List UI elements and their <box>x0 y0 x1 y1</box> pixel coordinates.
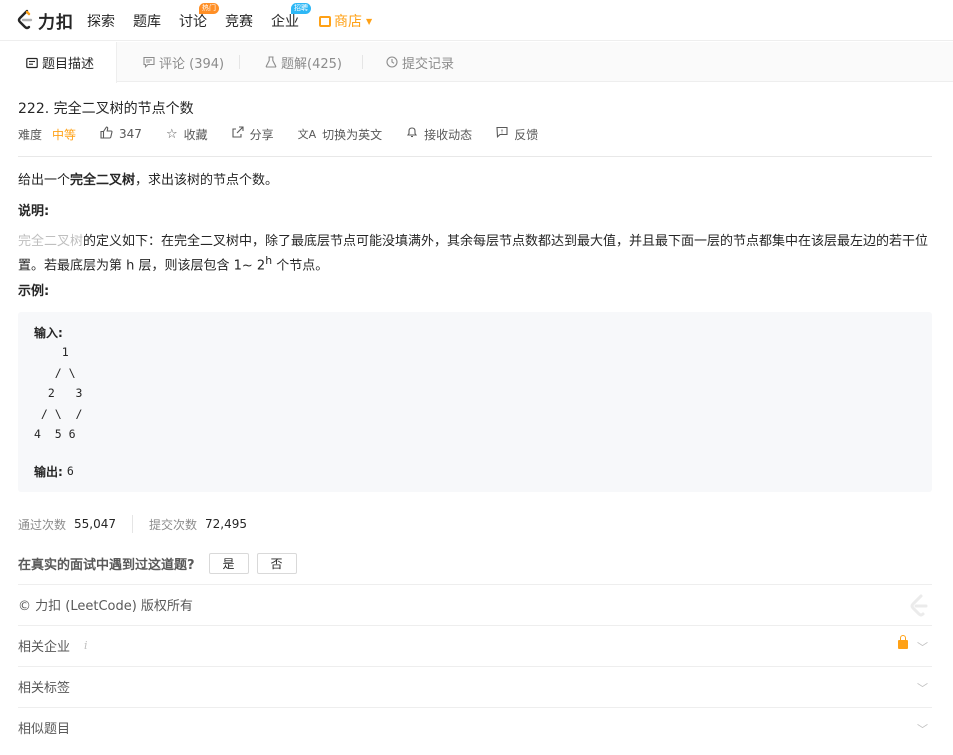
related-companies-label: 相关企业 <box>18 640 71 655</box>
submission-stats: 通过次数 55,047 提交次数 72,495 <box>18 515 247 533</box>
feedback-button[interactable]: 反馈 <box>496 126 538 143</box>
output-row: 输出: 6 <box>34 463 916 480</box>
store-icon <box>319 15 331 27</box>
tab-divider <box>239 55 240 69</box>
output-value: 6 <box>66 464 74 478</box>
note-paragraph: 完全二叉树的定义如下：在完全二叉树中，除了最底层节点可能没填满外，其余每层节点数… <box>18 232 932 275</box>
chevron-down-icon: ﹀ <box>917 682 928 695</box>
description-text: 给出一个 <box>18 173 71 188</box>
switch-language-label: 切换为英文 <box>322 127 383 142</box>
leetcode-logo-icon <box>17 9 33 30</box>
caret-down-icon: ▼ <box>366 16 373 26</box>
tab-description[interactable]: 题目描述 <box>0 42 117 83</box>
nav-company-label: 企业 <box>271 14 299 30</box>
accepted-label: 通过次数 <box>18 517 67 532</box>
tab-submissions-label: 提交记录 <box>402 56 455 72</box>
logo[interactable]: 力扣 <box>16 8 74 33</box>
tab-submissions[interactable]: 提交记录 <box>386 42 454 82</box>
note-text: 置。若最底层为第 h 层，则该层包含 1~ 2 <box>18 258 266 274</box>
note-text: 个节点。 <box>272 258 329 274</box>
thumbs-up-icon <box>100 125 113 143</box>
collect-button[interactable]: ☆ 收藏 <box>166 126 208 143</box>
feedback-label: 反馈 <box>514 127 539 142</box>
submitted-value: 72,495 <box>205 517 248 531</box>
chevron-down-icon: ﹀ <box>917 723 928 736</box>
similar-problems-row[interactable]: 相似题目 ﹀ <box>18 707 932 747</box>
copyright-row: © 力扣 (LeetCode) 版权所有 <box>18 584 932 624</box>
copyright-text: © 力扣 (LeetCode) 版权所有 <box>18 599 193 614</box>
no-button[interactable]: 否 <box>256 552 297 574</box>
nav-problems[interactable]: 题库 <box>133 11 161 31</box>
tab-solutions-label: 题解(425) <box>281 56 342 72</box>
difficulty-value: 中等 <box>52 127 77 142</box>
like-button[interactable]: 347 <box>100 125 142 143</box>
leetcode-watermark-icon <box>910 594 928 617</box>
example-block: 输入: 1 / \ 2 3 / \ / 4 5 6 输出: 6 <box>18 312 932 492</box>
tab-solutions[interactable]: 题解(425) <box>265 42 342 82</box>
tab-comments[interactable]: 评论 (394) <box>143 42 224 82</box>
hot-badge: 热门 <box>199 3 219 14</box>
chevron-down-icon: ﹀ <box>917 641 928 654</box>
nav-explore[interactable]: 探索 <box>87 11 115 31</box>
output-label: 输出: <box>34 464 63 479</box>
divider <box>18 156 932 157</box>
submitted-label: 提交次数 <box>149 517 198 532</box>
share-button[interactable]: 分享 <box>232 126 274 143</box>
note-heading-text: 说明: <box>18 204 50 219</box>
interview-question: 在真实的面试中遇到过这道题? 是 否 <box>18 552 297 574</box>
bell-icon <box>406 126 418 142</box>
related-tags-label: 相关标签 <box>18 681 71 696</box>
difficulty: 难度 中等 <box>18 126 76 143</box>
switch-language-button[interactable]: 文A 切换为英文 <box>298 126 383 143</box>
top-nav: 力扣 探索 题库 讨论 热门 竞赛 企业 招聘 商店 ▼ <box>0 0 953 41</box>
nav-discuss[interactable]: 讨论 热门 <box>179 3 219 31</box>
nav-store-label: 商店 <box>334 14 362 30</box>
note-heading: 说明: <box>18 202 49 221</box>
collect-label: 收藏 <box>183 127 208 142</box>
problem-meta: 难度 中等 347 ☆ 收藏 分享 文A 切换为英文 接收动态 反馈 <box>18 125 562 143</box>
share-label: 分享 <box>249 127 274 142</box>
example-heading-text: 示例: <box>18 284 50 299</box>
logo-text: 力扣 <box>38 12 74 33</box>
comment-icon <box>143 56 155 69</box>
description-bold: 完全二叉树 <box>70 173 136 188</box>
nav-store[interactable]: 商店 ▼ <box>319 11 372 31</box>
yes-button[interactable]: 是 <box>208 552 249 574</box>
star-icon: ☆ <box>165 126 178 142</box>
subscribe-label: 接收动态 <box>424 127 473 142</box>
nav-company[interactable]: 企业 招聘 <box>271 3 311 31</box>
nav-contest[interactable]: 竞赛 <box>225 11 253 31</box>
related-tags-row[interactable]: 相关标签 ﹀ <box>18 666 932 706</box>
nav-discuss-label: 讨论 <box>179 14 207 30</box>
tab-comments-label: 评论 (394) <box>159 56 225 72</box>
input-label: 输入: <box>34 326 63 340</box>
tab-description-label: 题目描述 <box>42 57 95 72</box>
clock-icon <box>386 56 398 68</box>
problem-tabs: 题目描述 评论 (394) 题解(425) 提交记录 <box>0 42 953 83</box>
note-text: 的定义如下：在完全二叉树中，除了最底层节点可能没填满外，其余每层节点数都达到最大… <box>83 234 929 249</box>
info-icon: i <box>84 639 88 652</box>
similar-problems-label: 相似题目 <box>18 722 71 737</box>
document-icon <box>26 57 38 69</box>
example-heading: 示例: <box>18 282 49 301</box>
like-count: 347 <box>119 127 142 141</box>
hire-badge: 招聘 <box>291 3 311 14</box>
example-tree: 1 / \ 2 3 / \ / 4 5 6 <box>34 345 83 441</box>
tab-divider <box>362 55 363 69</box>
subscribe-button[interactable]: 接收动态 <box>406 126 472 143</box>
related-companies-row[interactable]: 相关企业 i ﹀ <box>18 625 932 665</box>
description-text: ，求出该树的节点个数。 <box>135 173 279 188</box>
flask-icon <box>265 56 277 68</box>
accepted-value: 55,047 <box>74 517 117 531</box>
description-line: 给出一个完全二叉树，求出该树的节点个数。 <box>18 171 278 190</box>
stats-divider <box>132 515 134 533</box>
problem-title: 222. 完全二叉树的节点个数 <box>18 101 194 117</box>
share-icon <box>232 126 244 142</box>
interview-question-text: 在真实的面试中遇到过这道题? <box>18 557 195 573</box>
complete-binary-tree-link[interactable]: 完全二叉树 <box>18 234 83 249</box>
difficulty-label: 难度 <box>18 127 43 142</box>
unlock-icon <box>898 635 908 649</box>
translate-icon: 文A <box>297 128 317 141</box>
feedback-icon <box>496 126 508 142</box>
